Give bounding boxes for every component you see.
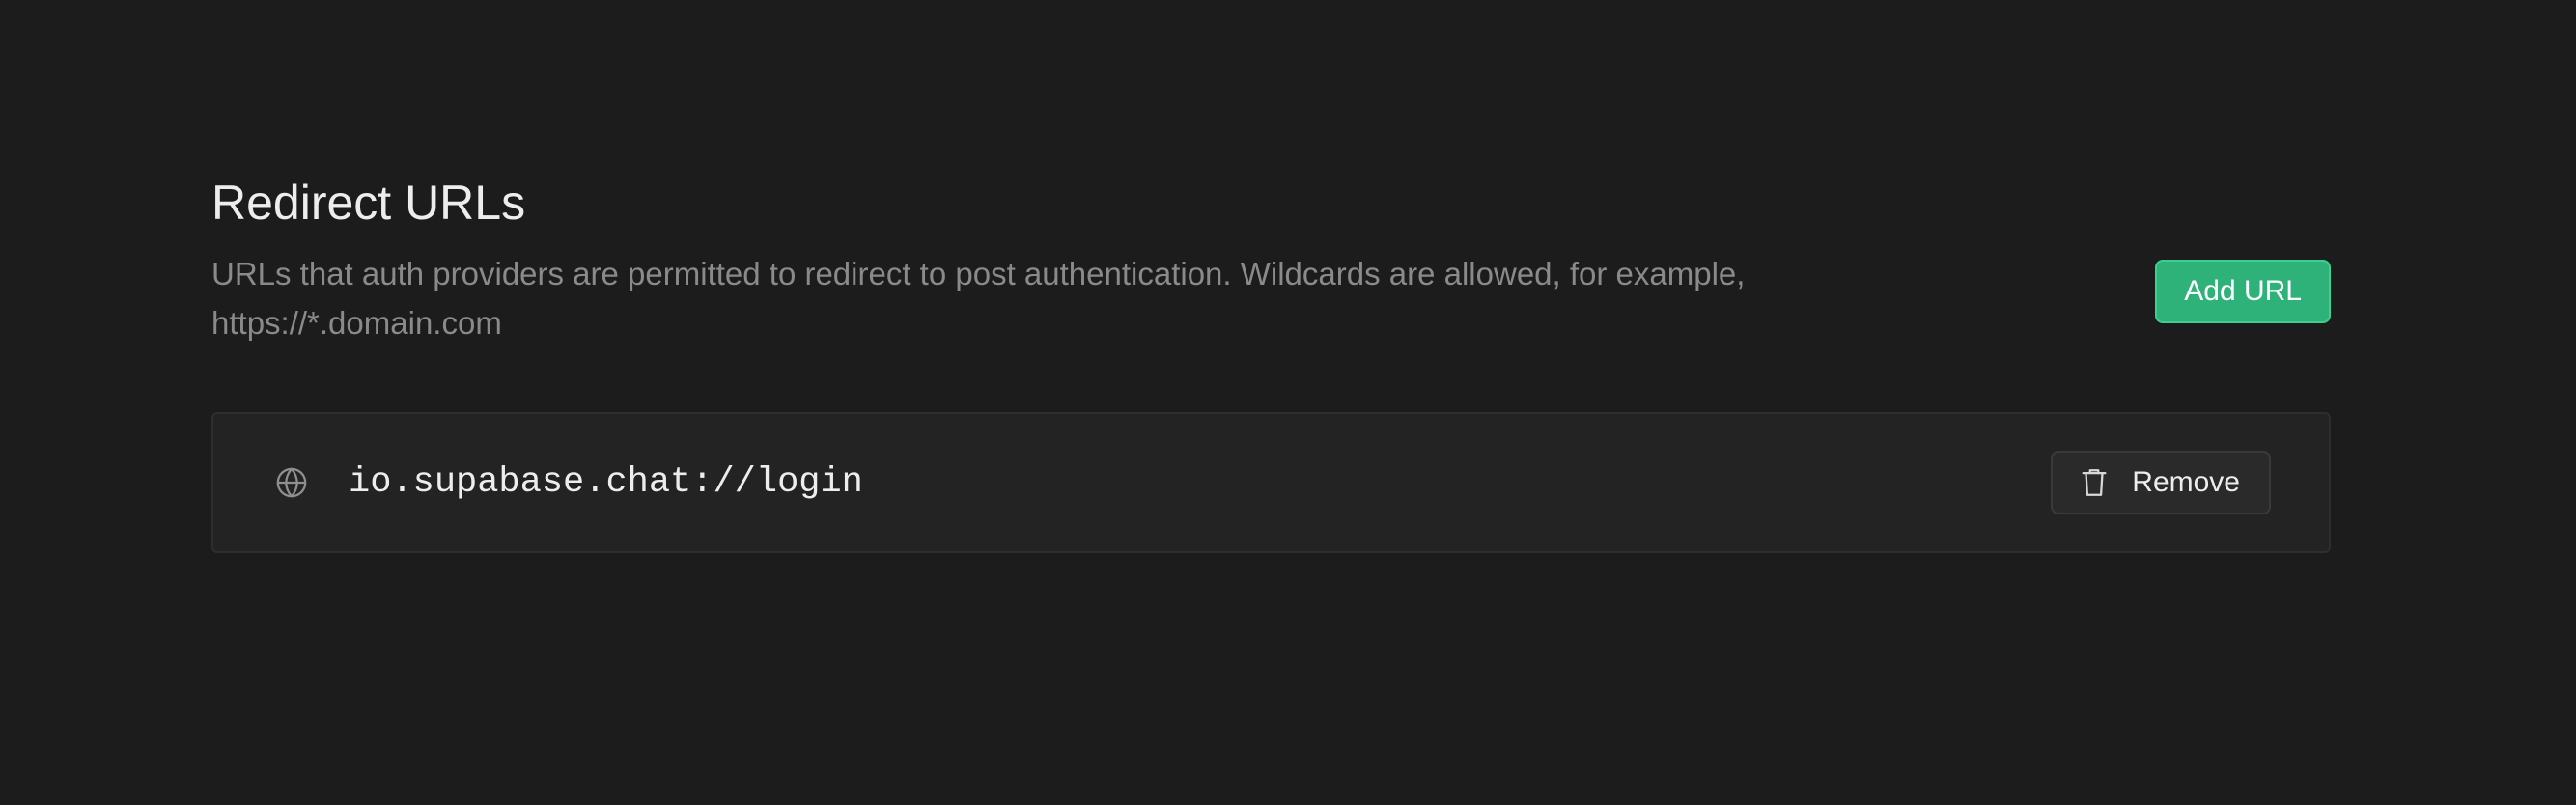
section-header: Redirect URLs URLs that auth providers a… [211,174,2331,347]
redirect-url-row: io.supabase.chat://login Remove [213,414,2329,551]
section-title: Redirect URLs [211,176,526,230]
remove-button-label: Remove [2132,466,2240,498]
trash-icon [2080,466,2109,499]
redirect-urls-section: Redirect URLs URLs that auth providers a… [211,174,2331,553]
redirect-url-value: io.supabase.chat://login [349,462,863,503]
redirect-url-list: io.supabase.chat://login Remove [211,412,2331,553]
globe-icon [275,466,308,499]
page: Redirect URLs URLs that auth providers a… [0,0,2576,805]
section-header-text: Redirect URLs URLs that auth providers a… [211,174,2027,347]
section-description: URLs that auth providers are permitted t… [211,256,1746,341]
add-url-button[interactable]: Add URL [2155,260,2331,323]
remove-url-button[interactable]: Remove [2051,451,2271,514]
